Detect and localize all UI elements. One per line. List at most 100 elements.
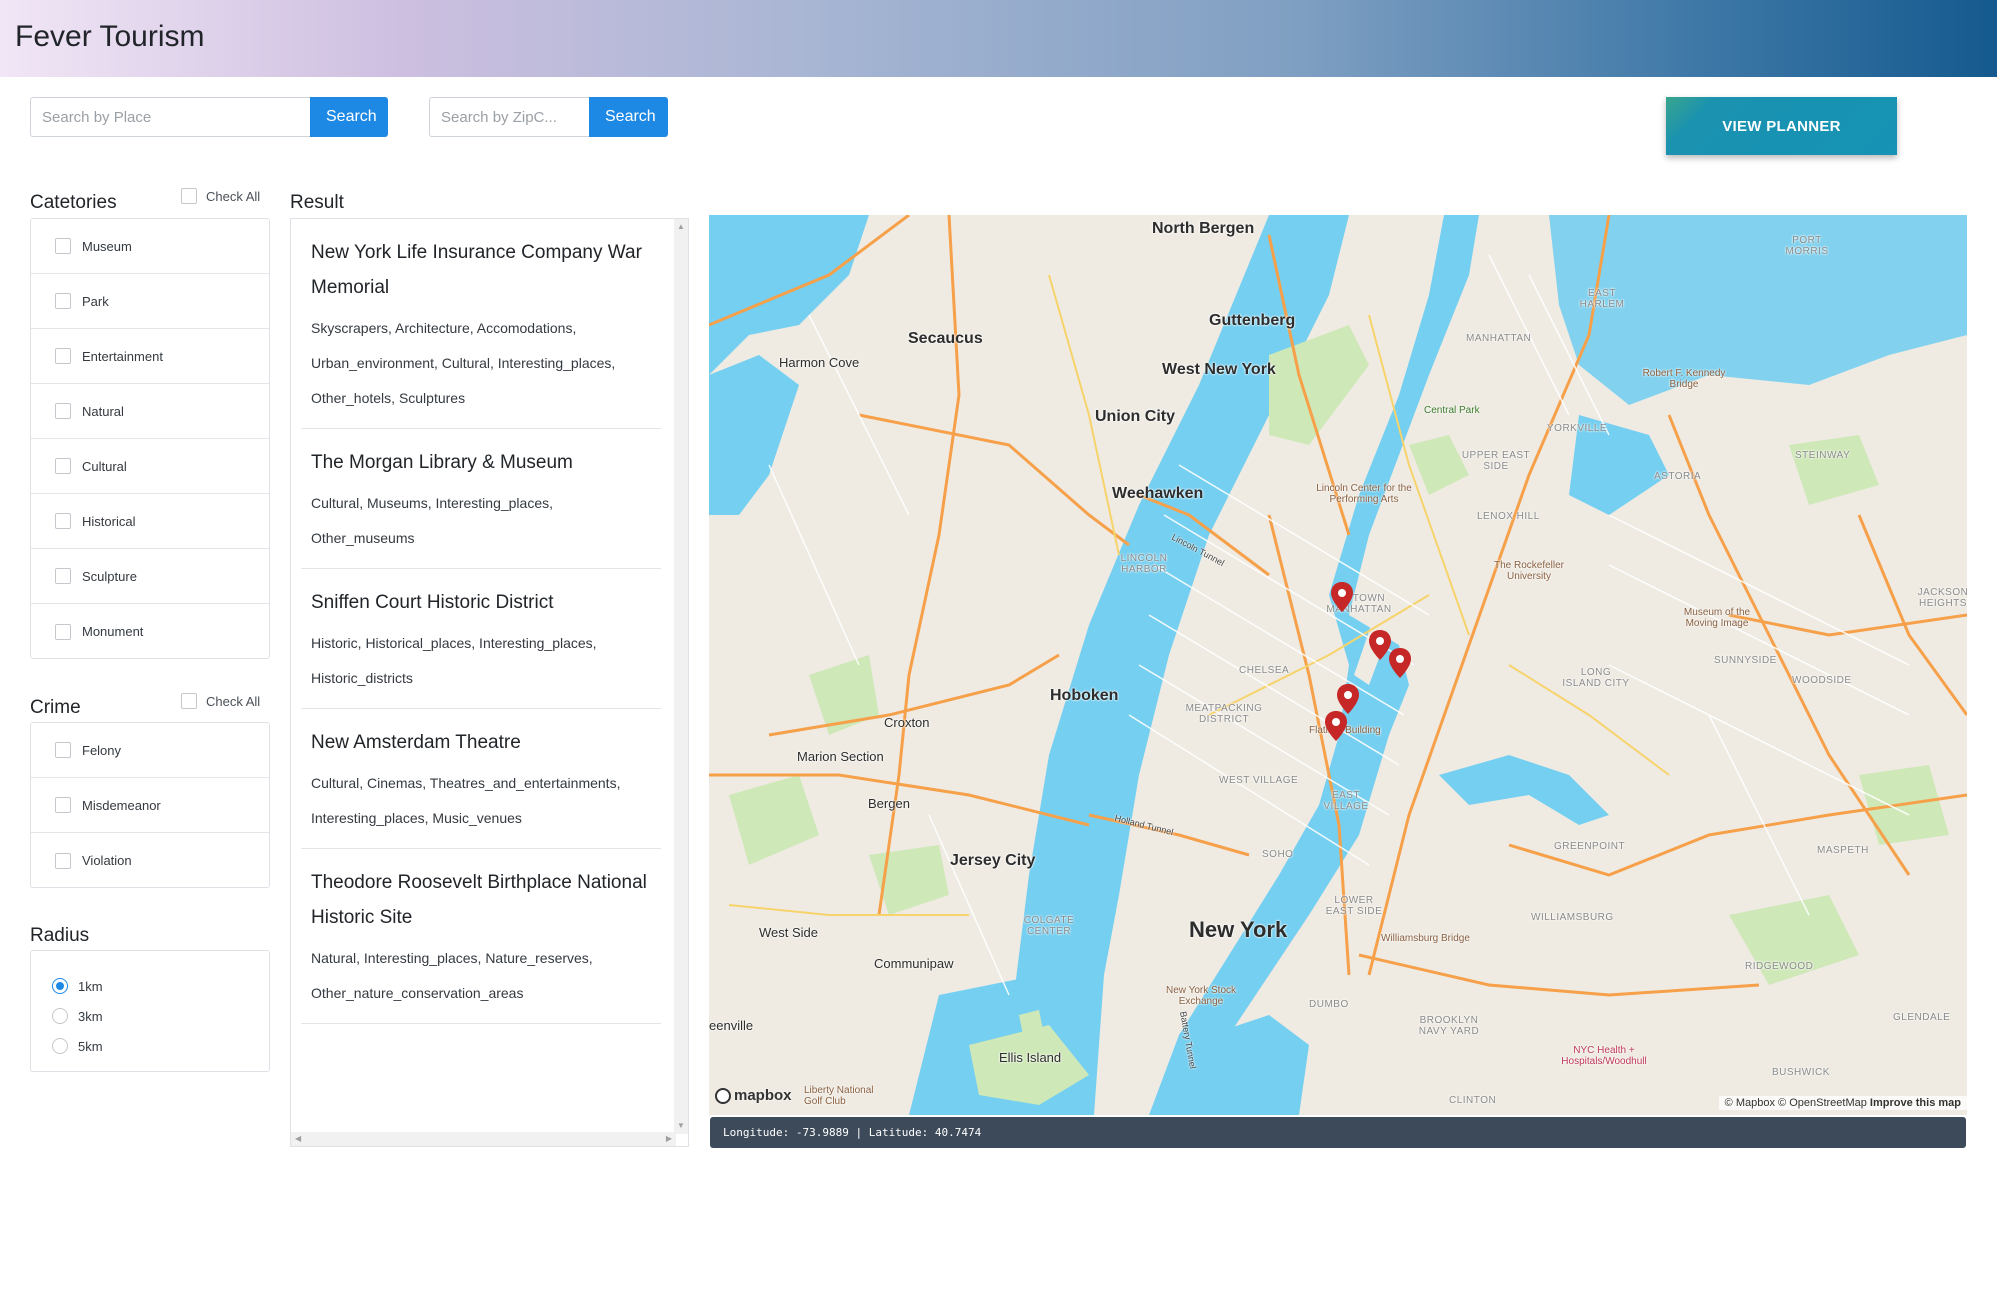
map-label-union-city: Union City (1095, 408, 1175, 425)
radius-option-1km[interactable]: 1km (31, 971, 269, 1001)
mapbox-logo-text: mapbox (734, 1087, 792, 1104)
map-label-marion-section: Marion Section (797, 749, 884, 764)
result-vertical-scrollbar[interactable]: ▲ ▼ (674, 219, 688, 1134)
category-checkbox[interactable] (55, 513, 71, 529)
crime-option-violation[interactable]: Violation (31, 833, 269, 888)
scroll-right-icon[interactable]: ▶ (666, 1135, 672, 1143)
result-item-name: The Morgan Library & Museum (311, 452, 573, 473)
crime-option-misdemeanor[interactable]: Misdemeanor (31, 778, 269, 833)
crime-check-all-checkbox[interactable] (181, 693, 197, 709)
crime-checkbox[interactable] (55, 852, 71, 869)
category-checkbox[interactable] (55, 238, 71, 254)
category-option-sculpture[interactable]: Sculpture (31, 549, 269, 604)
result-item[interactable]: New York Life Insurance Company War Memo… (301, 219, 661, 429)
map-label-north-bergen: North Bergen (1152, 220, 1255, 237)
category-checkbox[interactable] (55, 568, 71, 584)
map-label-communipaw: Communipaw (874, 956, 954, 971)
map-marker-icon[interactable] (1337, 684, 1359, 714)
category-label: Natural (82, 403, 124, 419)
category-option-natural[interactable]: Natural (31, 384, 269, 439)
search-zip-input[interactable] (429, 97, 589, 137)
categories-check-all-checkbox[interactable] (181, 188, 197, 204)
improve-map-link[interactable]: Improve this map (1870, 1097, 1961, 1109)
attribution-mapbox-link[interactable]: © Mapbox (1725, 1097, 1775, 1109)
crime-checkbox[interactable] (55, 742, 71, 758)
result-item-name: Theodore Roosevelt Birthplace National H… (311, 872, 647, 928)
attribution-osm-link[interactable]: © OpenStreetMap (1778, 1097, 1867, 1109)
result-horizontal-scrollbar[interactable]: ◀ ▶ (291, 1132, 676, 1146)
map-base-layer (709, 215, 1967, 1115)
map-marker-icon[interactable] (1369, 630, 1391, 660)
map-label-meatpacking: MEATPACKING DISTRICT (1185, 703, 1263, 725)
crime-check-all[interactable]: Check All (181, 693, 260, 709)
scroll-down-icon[interactable]: ▼ (677, 1122, 685, 1130)
map-label-dumbo: DUMBO (1309, 999, 1349, 1010)
result-item-name: Sniffen Court Historic District (311, 592, 554, 613)
radius-title: Radius (30, 925, 90, 946)
map-label-ridgewood: RIDGEWOOD (1745, 961, 1814, 972)
search-zip-group: Search (429, 97, 668, 137)
category-checkbox[interactable] (55, 293, 71, 309)
mapbox-logo[interactable]: mapbox (715, 1087, 792, 1104)
category-option-park[interactable]: Park (31, 274, 269, 329)
result-item-tags: Cultural, Cinemas, Theatres_and_entertai… (311, 775, 621, 826)
crime-label: Violation (82, 853, 132, 868)
radius-option-5km[interactable]: 5km (31, 1031, 269, 1061)
map-canvas[interactable]: North Bergen Guttenberg Secaucus Harmon … (709, 215, 1967, 1115)
search-place-input[interactable] (30, 97, 310, 137)
category-option-entertainment[interactable]: Entertainment (31, 329, 269, 384)
search-zip-button[interactable]: Search (589, 97, 668, 137)
categories-check-all[interactable]: Check All (181, 188, 260, 204)
categories-check-all-label: Check All (206, 188, 261, 204)
map-label-clinton: CLINTON (1449, 1095, 1497, 1106)
map-label-west-side: West Side (759, 925, 819, 940)
map-label-jackson-heights: JACKSON HEIGHTS (1917, 587, 1967, 609)
result-item[interactable]: Sniffen Court Historic District Historic… (301, 569, 661, 709)
crime-option-felony[interactable]: Felony (31, 723, 269, 778)
search-place-button[interactable]: Search (310, 97, 388, 137)
crime-check-all-label: Check All (206, 693, 261, 709)
radius-radio[interactable] (52, 1008, 68, 1024)
category-checkbox[interactable] (55, 403, 71, 419)
mapbox-logo-icon (715, 1087, 731, 1104)
result-panel[interactable]: New York Life Insurance Company War Memo… (290, 218, 689, 1147)
result-item[interactable]: New Amsterdam Theatre Cultural, Cinemas,… (301, 709, 661, 849)
category-label: Museum (82, 238, 132, 254)
result-item[interactable]: Theodore Roosevelt Birthplace National H… (301, 849, 661, 1024)
map-attribution: © Mapbox © OpenStreetMap Improve this ma… (1718, 1096, 1967, 1110)
map-label-ellis-island: Ellis Island (999, 1050, 1062, 1065)
map-marker-icon[interactable] (1331, 582, 1353, 612)
map-marker-icon[interactable] (1325, 711, 1347, 741)
category-option-monument[interactable]: Monument (31, 604, 269, 659)
map-label-port-morris: PORT MORRIS (1785, 235, 1829, 257)
app-title: Fever Tourism (15, 20, 205, 53)
category-checkbox[interactable] (55, 623, 71, 640)
map-label-chelsea: CHELSEA (1239, 665, 1290, 676)
view-planner-button[interactable]: VIEW PLANNER (1666, 97, 1897, 155)
radius-option-3km[interactable]: 3km (31, 1001, 269, 1031)
map-marker-icon[interactable] (1389, 648, 1411, 678)
map-label-east-village: EAST VILLAGE (1323, 790, 1369, 812)
app-header: Fever Tourism (0, 0, 1997, 77)
category-label: Park (82, 293, 109, 309)
map-label-central-park: Central Park (1424, 405, 1480, 416)
category-checkbox[interactable] (55, 458, 71, 474)
scroll-up-icon[interactable]: ▲ (677, 223, 685, 231)
radius-radio[interactable] (52, 978, 68, 994)
category-option-historical[interactable]: Historical (31, 494, 269, 549)
map-label-williamsburg: WILLIAMSBURG (1531, 912, 1614, 923)
category-label: Monument (82, 624, 144, 639)
scroll-left-icon[interactable]: ◀ (295, 1135, 301, 1143)
category-option-museum[interactable]: Museum (31, 219, 269, 274)
category-checkbox[interactable] (55, 348, 71, 364)
category-label: Entertainment (82, 348, 163, 364)
map-label-east-harlem: EAST HARLEM (1579, 288, 1625, 310)
crime-checkbox[interactable] (55, 797, 71, 813)
result-item[interactable]: The Morgan Library & Museum Cultural, Mu… (301, 429, 661, 569)
map-label-lenox-hill: LENOX HILL (1477, 511, 1540, 522)
radius-radio[interactable] (52, 1038, 68, 1054)
map-label-colgate-center: COLGATE CENTER (1023, 915, 1075, 937)
category-option-cultural[interactable]: Cultural (31, 439, 269, 494)
map-label-manhattan: MANHATTAN (1466, 333, 1532, 344)
map-label-nyc-health: NYC Health + Hospitals/Woodhull (1561, 1045, 1647, 1067)
